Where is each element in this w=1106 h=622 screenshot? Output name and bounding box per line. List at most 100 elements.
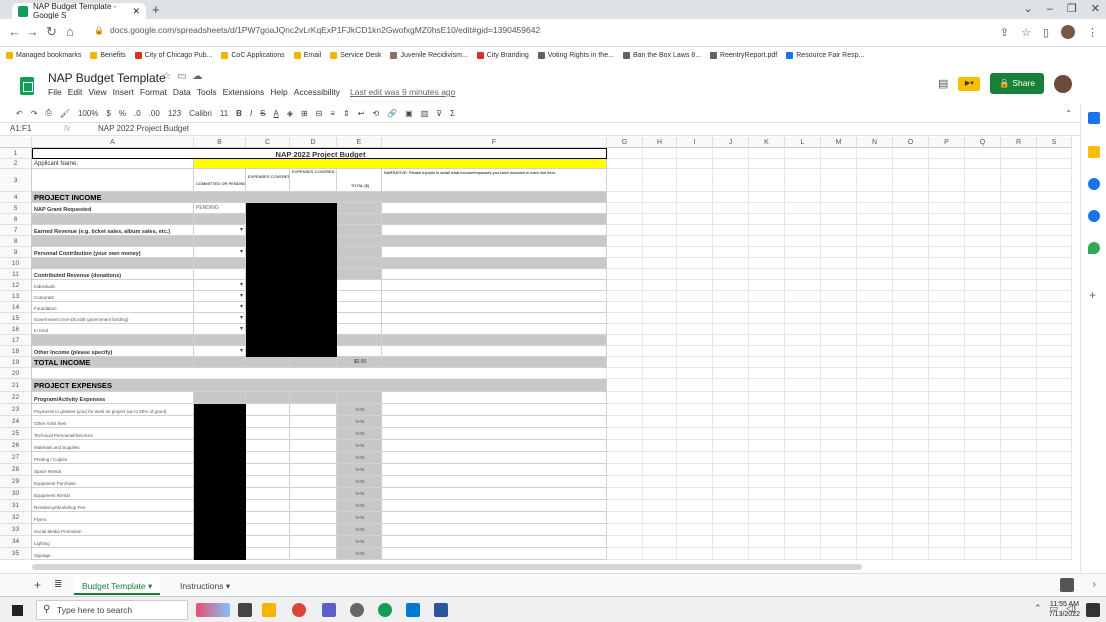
empty-cell[interactable] (749, 269, 785, 280)
empty-cell[interactable] (857, 368, 893, 379)
expense-narrative-cell[interactable] (382, 488, 607, 500)
close-tab-icon[interactable]: ✕ (132, 6, 140, 17)
move-folder-icon[interactable]: ▭ (177, 71, 186, 82)
empty-cell[interactable] (821, 225, 857, 236)
total-income-c[interactable] (246, 357, 290, 368)
empty-cell[interactable] (857, 392, 893, 404)
edge-icon[interactable] (378, 603, 392, 617)
government-label[interactable]: Government (non-DCASE government funding… (32, 313, 194, 324)
empty-cell[interactable] (713, 488, 749, 500)
empty-cell[interactable] (1037, 428, 1072, 440)
empty-cell[interactable] (929, 291, 965, 302)
other-funding-header-cell[interactable]: EXPENSES COVERED BY OTHER FUNDING ($) (290, 169, 337, 192)
narrative-cell[interactable] (382, 335, 607, 346)
empty-cell[interactable] (965, 159, 1001, 169)
empty-cell[interactable] (785, 392, 821, 404)
empty-cell[interactable] (713, 440, 749, 452)
filter-icon[interactable]: ⊽ (436, 109, 442, 118)
empty-cell[interactable] (929, 452, 965, 464)
other-income-label[interactable]: Other Income (please specify) (32, 346, 194, 357)
decrease-decimal-button[interactable]: .0 (134, 109, 141, 118)
empty-cell[interactable] (643, 404, 677, 416)
empty-cell[interactable] (677, 148, 713, 159)
empty-cell[interactable] (749, 236, 785, 247)
empty-cell[interactable] (929, 440, 965, 452)
empty-cell[interactable] (1001, 392, 1037, 404)
file-explorer-icon[interactable] (262, 603, 276, 617)
empty-cell[interactable] (643, 379, 677, 392)
empty-cell[interactable] (749, 357, 785, 368)
tab-instructions[interactable]: Instructions ▾ (172, 577, 238, 595)
dcase-cell[interactable] (246, 247, 290, 258)
empty-cell[interactable] (749, 464, 785, 476)
empty-cell[interactable] (857, 280, 893, 291)
expense-narrative-cell[interactable] (382, 464, 607, 476)
empty-cell[interactable] (821, 313, 857, 324)
bookmark-item[interactable]: Juvenile Recidivism... (390, 51, 468, 59)
empty-cell[interactable] (821, 159, 857, 169)
empty-cell[interactable] (1037, 512, 1072, 524)
expense-dcase-cell[interactable] (246, 428, 290, 440)
empty-cell[interactable] (607, 313, 643, 324)
row-header[interactable]: 26 (0, 440, 32, 452)
empty-cell[interactable] (677, 346, 713, 357)
empty-cell[interactable] (1037, 247, 1072, 258)
empty-cell[interactable] (1037, 148, 1072, 159)
expense-dcase-cell[interactable] (246, 452, 290, 464)
empty-cell[interactable] (1037, 536, 1072, 548)
row-header[interactable]: 25 (0, 428, 32, 440)
empty-cell[interactable] (713, 548, 749, 560)
tab-budget-template[interactable]: Budget Template ▾ (74, 577, 161, 595)
empty-cell[interactable] (785, 357, 821, 368)
spreadsheet-grid[interactable]: 1 2 3 4 5 6 7 8 9 10 11 12 13 14 15 16 17 18 19 20 21 22 23 24 2… (0, 148, 1072, 572)
more-formats-button[interactable]: 123 (168, 109, 181, 118)
empty-cell[interactable] (929, 214, 965, 225)
empty-cell[interactable] (713, 159, 749, 169)
bookmark-item[interactable]: City Branding (476, 51, 529, 59)
share-button[interactable]: 🔒 Share (990, 73, 1044, 94)
expense-narrative-cell[interactable] (382, 524, 607, 536)
dcase-cell[interactable] (246, 236, 290, 247)
bookmark-item[interactable]: ReentryReport.pdf (710, 51, 777, 59)
dropdown-chevron-icon[interactable]: ▾ (240, 247, 243, 257)
empty-cell[interactable] (713, 291, 749, 302)
individuals-label[interactable]: Individuals (32, 280, 194, 291)
other-funding-cell[interactable] (290, 280, 337, 291)
align-icon[interactable]: ≡ (330, 109, 335, 118)
empty-cell[interactable] (821, 203, 857, 214)
empty-cell[interactable] (749, 280, 785, 291)
empty-cell[interactable] (713, 416, 749, 428)
project-income-header[interactable]: PROJECT INCOME (32, 192, 607, 203)
empty-cell[interactable] (677, 357, 713, 368)
expense-dcase-cell[interactable] (246, 500, 290, 512)
empty-cell[interactable] (785, 148, 821, 159)
empty-cell[interactable] (965, 280, 1001, 291)
empty-cell[interactable] (1037, 324, 1072, 335)
empty-cell[interactable] (857, 404, 893, 416)
expense-line-label[interactable]: Residency/Workshop Fee (32, 500, 194, 512)
program-e[interactable] (337, 392, 382, 404)
expense-total-cell[interactable]: 0.00 (337, 404, 382, 416)
empty-cell[interactable] (929, 335, 965, 346)
empty-cell[interactable] (785, 346, 821, 357)
empty-cell[interactable] (785, 379, 821, 392)
expense-narrative-cell[interactable] (382, 404, 607, 416)
empty-cell[interactable] (713, 357, 749, 368)
empty-cell[interactable] (929, 313, 965, 324)
expense-committed-cell[interactable] (194, 524, 246, 536)
empty-cell[interactable] (643, 203, 677, 214)
empty-cell[interactable] (607, 291, 643, 302)
empty-cell[interactable] (749, 346, 785, 357)
empty-cell[interactable] (821, 379, 857, 392)
expense-total-cell[interactable]: 0.00 (337, 488, 382, 500)
empty-cell[interactable] (893, 192, 929, 203)
empty-cell[interactable] (965, 247, 1001, 258)
empty-cell[interactable] (929, 476, 965, 488)
empty-cell[interactable] (1037, 500, 1072, 512)
empty-cell[interactable] (785, 247, 821, 258)
empty-cell[interactable] (821, 346, 857, 357)
empty-cell[interactable] (857, 159, 893, 169)
empty-cell[interactable] (607, 512, 643, 524)
empty-cell[interactable] (857, 214, 893, 225)
empty-cell[interactable] (607, 203, 643, 214)
